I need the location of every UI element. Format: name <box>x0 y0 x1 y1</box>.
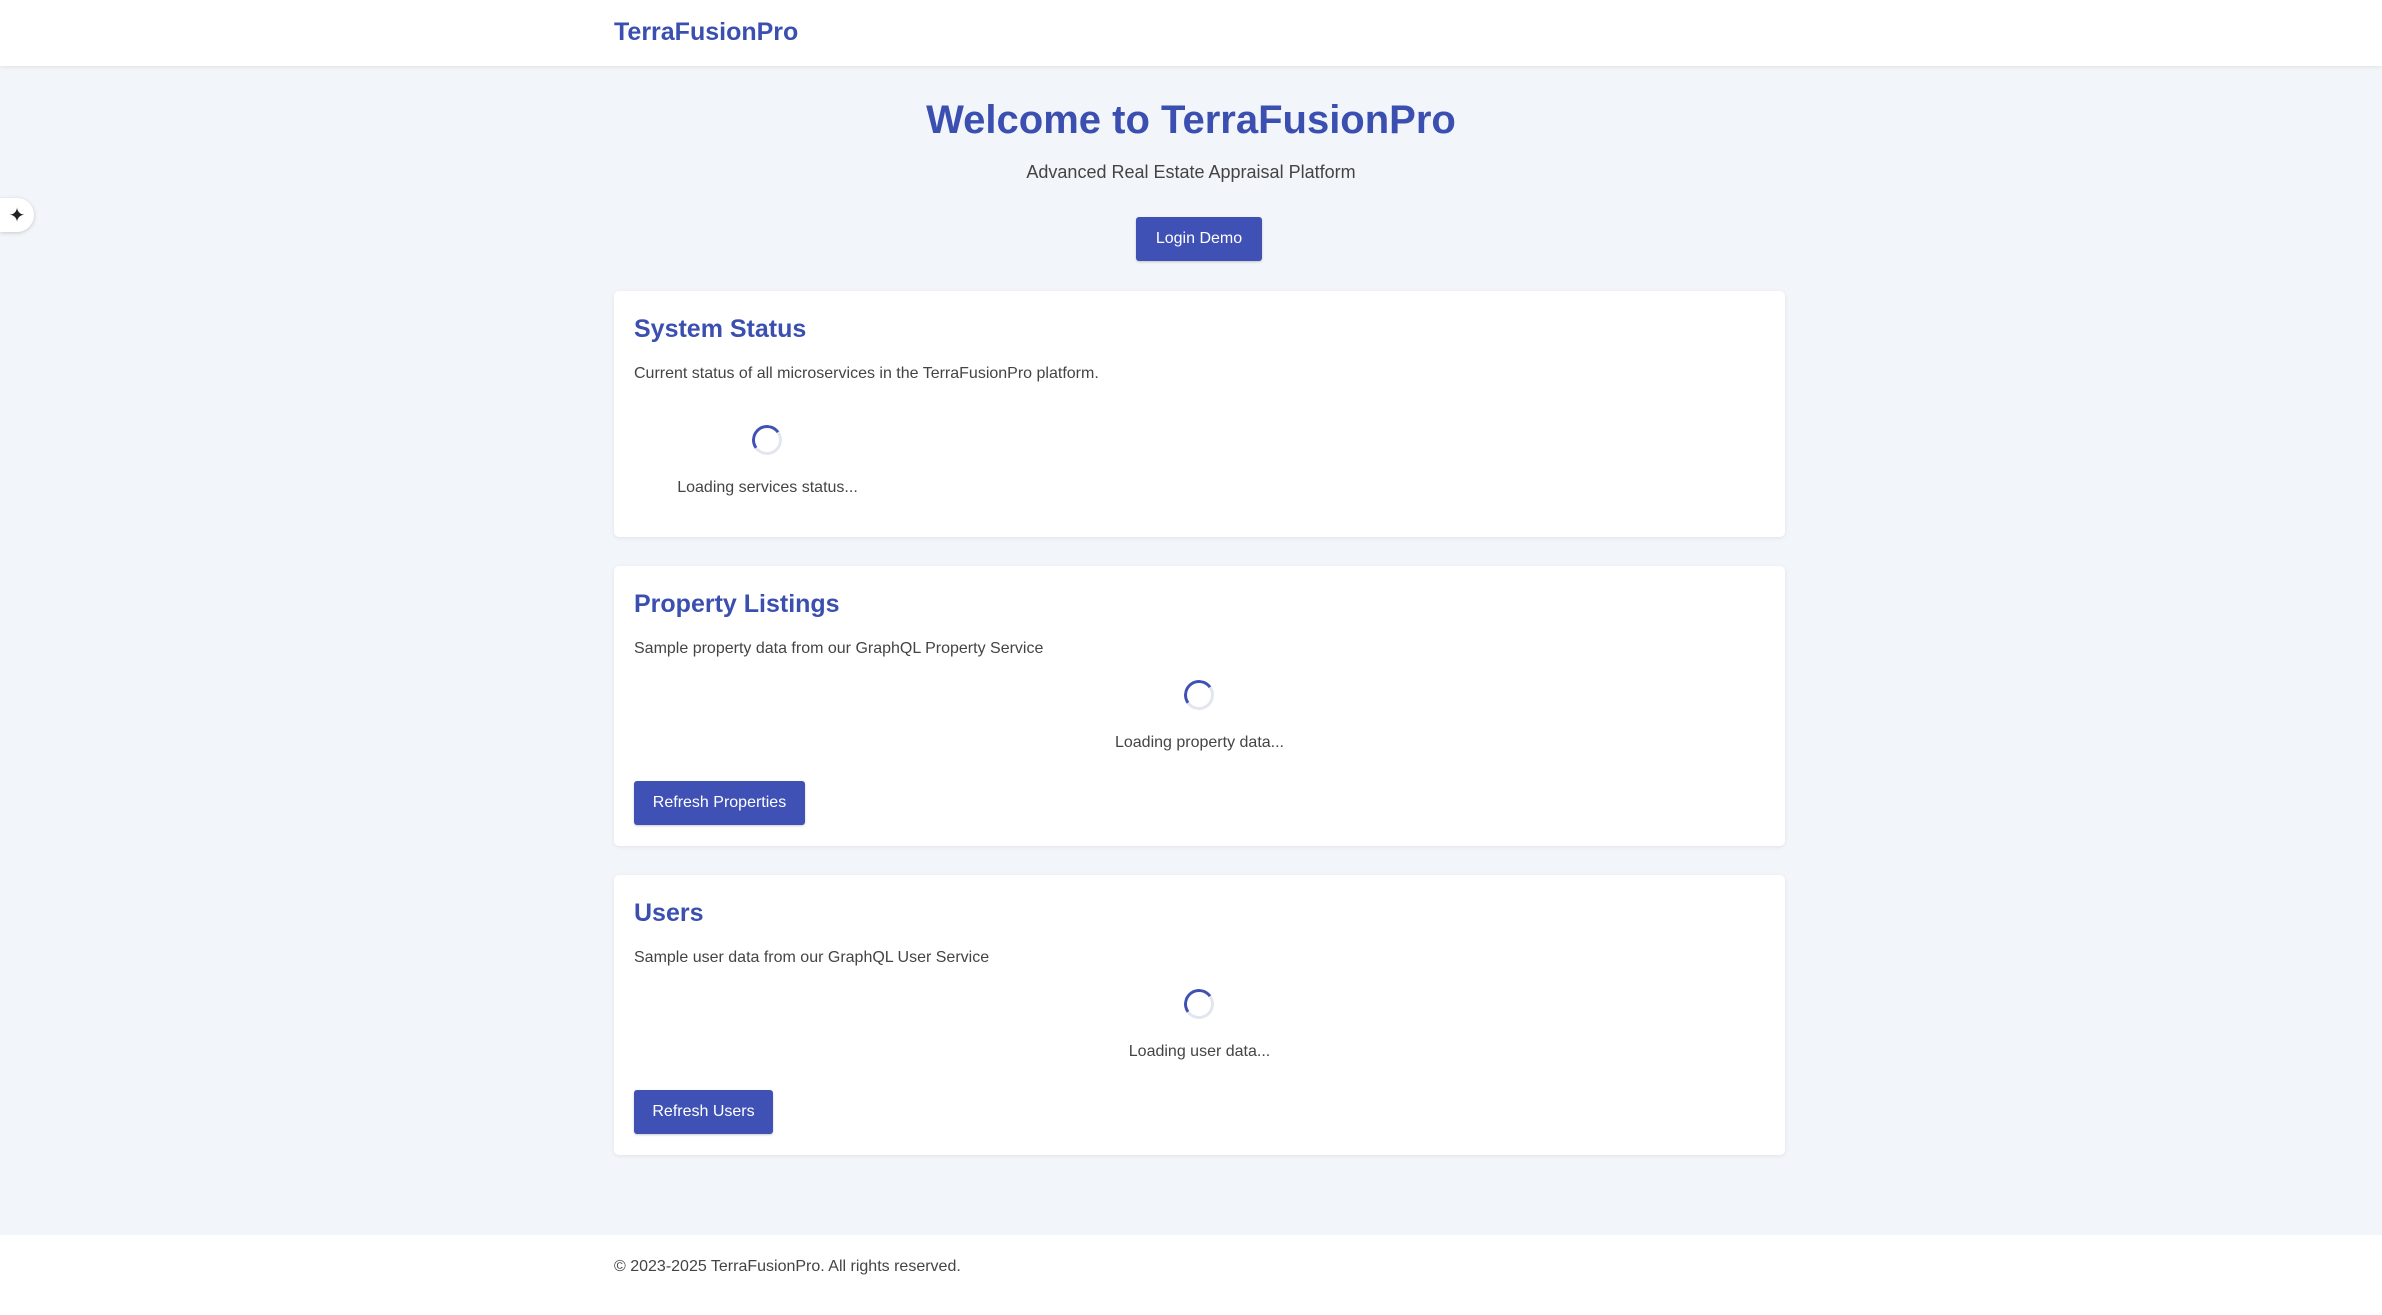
sparkle-icon[interactable]: ✦ <box>0 198 34 232</box>
loading-spinner-icon <box>1181 677 1217 713</box>
users-description: Sample user data from our GraphQL User S… <box>634 949 990 966</box>
users-card: Users Sample user data from our GraphQL … <box>614 875 1785 1155</box>
property-loading-text: Loading property data... <box>1114 734 1284 751</box>
login-demo-button[interactable]: Login Demo <box>1136 217 1262 261</box>
page-subtitle: Advanced Real Estate Appraisal Platform <box>1026 162 1356 182</box>
top-navbar: TerraFusionPro <box>0 0 2382 66</box>
users-title: Users <box>634 899 704 927</box>
users-loading-text: Loading user data... <box>1128 1043 1271 1060</box>
footer-copyright: © 2023-2025 TerraFusionPro. All rights r… <box>614 1258 961 1275</box>
property-listings-card: Property Listings Sample property data f… <box>614 566 1785 846</box>
system-status-title: System Status <box>634 315 807 343</box>
property-listings-title: Property Listings <box>634 590 840 618</box>
loading-spinner-icon <box>749 422 785 458</box>
property-listings-description: Sample property data from our GraphQL Pr… <box>634 640 1044 657</box>
brand-logo-text[interactable]: TerraFusionPro <box>614 18 798 47</box>
system-status-description: Current status of all microservices in t… <box>634 365 1099 382</box>
page-title: Welcome to TerraFusionPro <box>926 98 1456 142</box>
system-status-loading-text: Loading services status... <box>677 479 858 496</box>
refresh-users-button[interactable]: Refresh Users <box>634 1090 773 1134</box>
system-status-card: System Status Current status of all micr… <box>614 291 1785 537</box>
footer: © 2023-2025 TerraFusionPro. All rights r… <box>0 1235 2382 1315</box>
refresh-properties-button[interactable]: Refresh Properties <box>634 781 805 825</box>
loading-spinner-icon <box>1181 986 1217 1022</box>
